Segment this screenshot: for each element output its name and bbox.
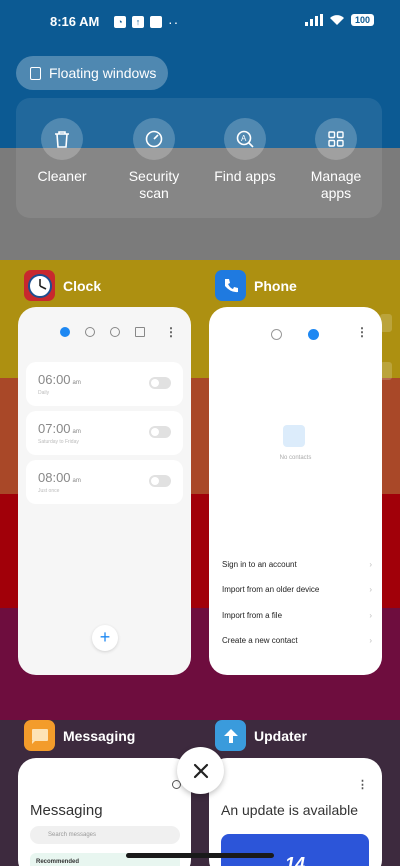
alarm-row[interactable]: 08:00 am Just once (26, 460, 183, 504)
grid-icon (315, 118, 357, 160)
phone-app-name: Phone (254, 277, 297, 294)
alarm-tab-icon[interactable] (60, 327, 70, 337)
svg-text:A: A (241, 134, 247, 143)
find-apps-button[interactable]: A Find apps (205, 118, 285, 185)
world-clock-tab-icon[interactable] (85, 327, 95, 337)
status-time: 8:16 AM (50, 14, 100, 29)
floating-window-icon (30, 66, 41, 80)
alarm-toggle[interactable] (149, 377, 171, 389)
edge-handle (380, 362, 392, 380)
wifi-icon (329, 15, 344, 25)
import-file-item[interactable]: Import from a file › (222, 611, 372, 620)
floating-windows-button[interactable]: Floating windows (16, 56, 168, 90)
messaging-title: Messaging (30, 802, 103, 819)
cleaner-button[interactable]: Cleaner (22, 118, 102, 185)
chevron-right-icon: › (369, 611, 372, 620)
floating-windows-label: Floating windows (49, 65, 157, 81)
status-notification-icons: ◔ ↑ ·· (114, 14, 179, 30)
import-older-device-item[interactable]: Import from an older device › (222, 585, 372, 594)
phone-tabs (271, 329, 319, 340)
alarm-row[interactable]: 07:00 am Saturday to Friday (26, 411, 183, 455)
phone-app-header[interactable]: Phone (215, 270, 297, 301)
find-apps-label: Find apps (214, 168, 276, 184)
alarm-time: 06:00 am (38, 372, 81, 387)
clock-app-name: Clock (63, 277, 102, 294)
clock-icon (24, 270, 55, 301)
sign-in-account-item[interactable]: Sign in to an account › (222, 560, 372, 569)
more-options-icon[interactable]: ⋮ (356, 325, 368, 339)
alarm-repeat: Daily (38, 390, 50, 396)
close-icon (193, 763, 208, 778)
updater-app-name: Updater (254, 727, 307, 744)
messaging-app-header[interactable]: Messaging (24, 720, 135, 751)
security-scan-label: Security scan (128, 168, 180, 201)
alarm-toggle[interactable] (149, 426, 171, 438)
messaging-icon (24, 720, 55, 751)
update-banner: 14 (221, 834, 369, 866)
close-all-button[interactable] (177, 747, 224, 794)
no-contacts-text: No contacts (279, 455, 312, 461)
add-alarm-button[interactable]: + (92, 625, 118, 651)
upload-icon: ↑ (132, 16, 144, 28)
phone-app-card[interactable]: ⋮ No contacts Sign in to an account › Imp… (209, 307, 382, 675)
contacts-tab-icon[interactable] (308, 329, 319, 340)
messaging-app-name: Messaging (63, 727, 136, 744)
alarm-time: 08:00 am (38, 470, 81, 485)
manage-apps-label: Manage apps (310, 168, 362, 201)
battery-icon: 100 (350, 14, 374, 26)
security-icon (133, 118, 175, 160)
clock-app-header[interactable]: Clock (24, 270, 101, 301)
trash-icon (41, 118, 83, 160)
messaging-app-card[interactable]: Messaging Search messages Recommended (18, 758, 191, 866)
cleaner-label: Cleaner (37, 168, 87, 184)
alarm-time: 07:00 am (38, 421, 81, 436)
security-scan-button[interactable]: Security scan (114, 118, 194, 202)
recents-tab-icon[interactable] (271, 329, 282, 340)
clock-app-card[interactable]: ⋮ 06:00 am Daily 07:00 am Saturday to Frid… (18, 307, 191, 675)
timer-tab-icon[interactable] (135, 327, 145, 337)
more-dots-icon: ·· (168, 14, 180, 30)
chevron-right-icon: › (369, 636, 372, 645)
signal-icon (304, 14, 323, 26)
updater-app-card[interactable]: ⋮ An update is available 14 (209, 758, 382, 866)
clock-tabs (60, 327, 145, 337)
alarm-toggle[interactable] (149, 475, 171, 487)
updater-icon (215, 720, 246, 751)
more-options-icon[interactable]: ⋮ (357, 778, 368, 791)
edge-handle (380, 314, 392, 332)
phone-icon (215, 270, 246, 301)
stopwatch-tab-icon[interactable] (110, 327, 120, 337)
alarm-row[interactable]: 06:00 am Daily (26, 362, 183, 406)
alarm-repeat: Just once (38, 488, 60, 494)
chevron-right-icon: › (369, 560, 372, 569)
status-bar: 8:16 AM ◔ ↑ ·· 100 (0, 12, 400, 32)
update-available-title: An update is available (221, 802, 358, 818)
pie-icon: ◔ (114, 16, 126, 28)
contact-placeholder-icon (283, 425, 305, 447)
create-contact-item[interactable]: Create a new contact › (222, 636, 372, 645)
find-apps-icon: A (224, 118, 266, 160)
alarm-repeat: Saturday to Friday (38, 439, 79, 445)
status-system-icons: 100 (304, 14, 374, 26)
home-indicator[interactable] (126, 853, 274, 858)
square-icon (150, 16, 162, 28)
updater-app-header[interactable]: Updater (215, 720, 307, 751)
search-messages-input[interactable]: Search messages (30, 826, 180, 844)
manage-apps-button[interactable]: Manage apps (296, 118, 376, 202)
chevron-right-icon: › (369, 585, 372, 594)
more-options-icon[interactable]: ⋮ (165, 325, 177, 339)
